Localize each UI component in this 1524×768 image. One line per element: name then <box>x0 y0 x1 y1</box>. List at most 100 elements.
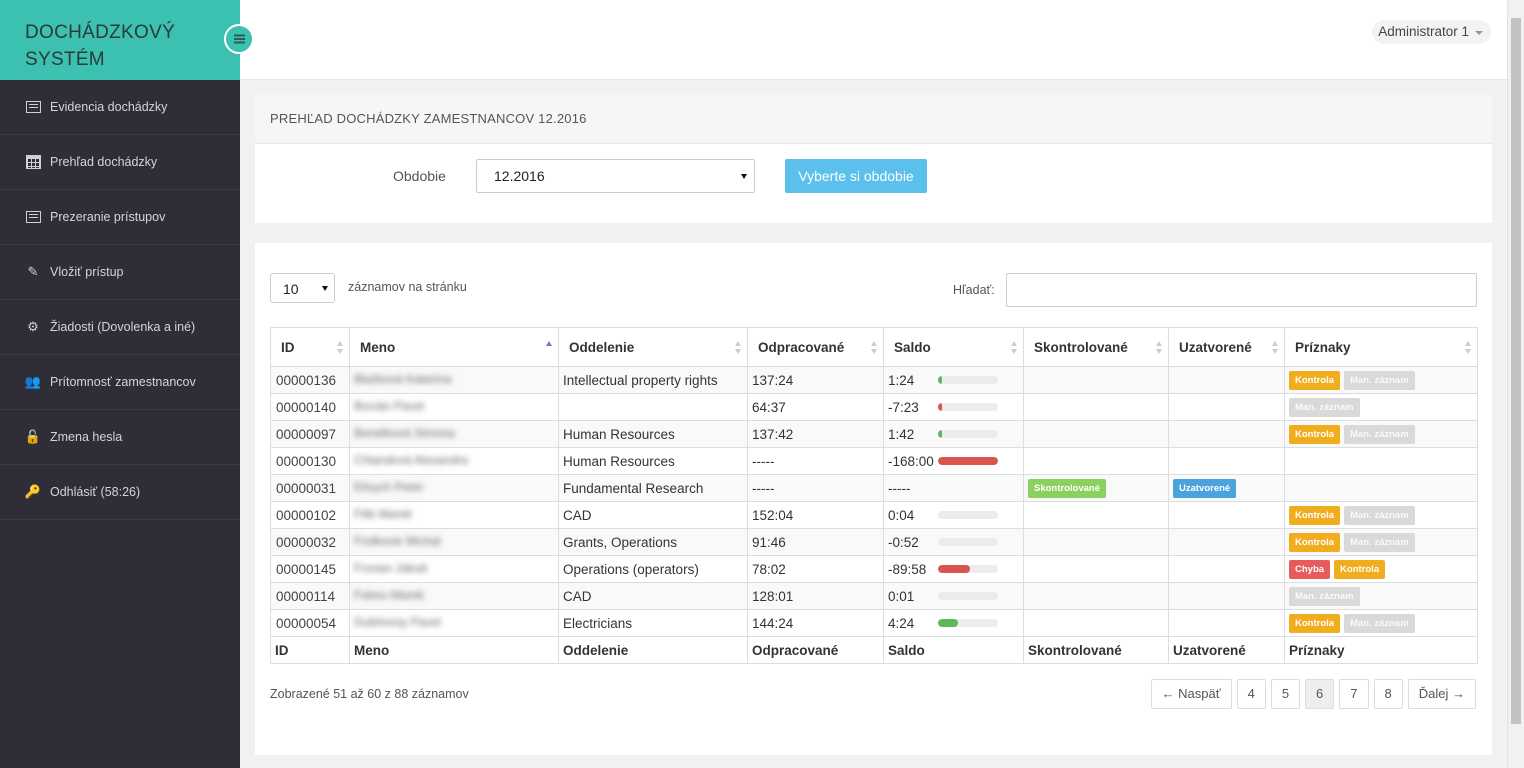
flag-badge: Man. záznam <box>1289 397 1360 417</box>
cell-checked <box>1023 366 1169 394</box>
column-header[interactable]: Odpracované <box>747 327 884 367</box>
sidebar-item-2[interactable]: Prezeranie prístupov <box>0 190 240 245</box>
cell-id: 00000136 <box>270 366 350 394</box>
menu-toggle-button[interactable] <box>224 24 254 54</box>
unlock-icon: 🔓 <box>24 429 42 444</box>
column-header[interactable]: Príznaky <box>1284 327 1478 367</box>
cell-department: Electricians <box>558 609 748 637</box>
saldo-wrap: -0:52 <box>888 535 1019 550</box>
saldo-progress-bar <box>938 511 998 519</box>
cell-flags: Kontrola Man. záznam <box>1284 420 1478 448</box>
pager-page-button[interactable]: 7 <box>1339 679 1369 709</box>
cell-worked: 137:42 <box>747 420 884 448</box>
table-body: 00000136 Blažková Katarína Intellectual pr… <box>270 366 1478 637</box>
table-row[interactable]: 00000102 Filik Marek CAD 152:04 0:04 Kontrola… <box>270 501 1478 529</box>
cell-flags: Kontrola Man. záznam <box>1284 501 1478 529</box>
key-icon: 🔑 <box>24 484 42 499</box>
cell-department: CAD <box>558 582 748 610</box>
select-arrow-icon <box>322 286 328 291</box>
sidebar-item-label: Vložiť prístup <box>50 265 124 279</box>
column-header[interactable]: ID <box>270 327 350 367</box>
sidebar-item-7[interactable]: 🔑 Odhlásiť (58:26) <box>0 465 240 520</box>
column-header[interactable]: Oddelenie <box>558 327 748 367</box>
table-row[interactable]: 00000032 Frolkovie Michal Grants, Operatio… <box>270 528 1478 556</box>
saldo-value: -7:23 <box>888 399 919 415</box>
search-label: Hľadať: <box>953 283 995 297</box>
cell-worked: 137:24 <box>747 366 884 394</box>
brand-title-line1: DOCHÁDZKOVÝ <box>25 22 176 43</box>
cell-flags <box>1284 474 1478 502</box>
cell-worked: 91:46 <box>747 528 884 556</box>
sidebar-item-1[interactable]: Prehľad dochádzky <box>0 135 240 190</box>
pager-page-button[interactable]: 4 <box>1236 679 1266 709</box>
cell-department <box>558 393 748 421</box>
cell-closed <box>1168 393 1285 421</box>
cell-saldo: 0:01 <box>883 582 1024 610</box>
table-row[interactable]: 00000140 Bocián Pavel 64:37 -7:23 Man. zázna… <box>270 393 1478 421</box>
column-header[interactable]: Saldo <box>883 327 1024 367</box>
cell-closed <box>1168 609 1285 637</box>
cell-checked <box>1023 447 1169 475</box>
saldo-progress-bar <box>938 592 998 600</box>
search-input[interactable] <box>1006 273 1477 307</box>
saldo-progress-bar <box>938 538 998 546</box>
pager-page-button[interactable]: 8 <box>1373 679 1403 709</box>
cell-name: Dubňovsy Pavel <box>349 609 559 637</box>
sidebar-item-label: Žiadosti (Dovolenka a iné) <box>50 320 196 334</box>
saldo-wrap: -7:23 <box>888 400 1019 415</box>
cell-worked: 64:37 <box>747 393 884 421</box>
sidebar-item-label: Prítomnosť zamestnancov <box>50 375 196 389</box>
sidebar-item-3[interactable]: ✎ Vložiť prístup <box>0 245 240 300</box>
column-header-label: Oddelenie <box>569 339 635 355</box>
flag-badge: Kontrola <box>1289 370 1341 390</box>
period-select[interactable]: 12.2016 <box>476 159 755 193</box>
cell-worked: 152:04 <box>747 501 884 529</box>
cell-department: Intellectual property rights <box>558 366 748 394</box>
table-row[interactable]: 00000114 Fekeu Marek CAD 128:01 0:01 Man. záz… <box>270 582 1478 610</box>
table-row[interactable]: 00000031 Ehrych Peter Fundamental Research… <box>270 474 1478 502</box>
cell-id: 00000031 <box>270 474 350 502</box>
column-header[interactable]: Skontrolované <box>1023 327 1169 367</box>
table-row[interactable]: 00000145 Fronan Jakub Operations (operator… <box>270 555 1478 583</box>
column-header[interactable]: Meno <box>349 327 559 367</box>
saldo-value: 1:42 <box>888 426 915 442</box>
saldo-progress-bar <box>938 457 998 465</box>
saldo-progress-bar <box>938 403 998 411</box>
cell-id: 00000114 <box>270 582 350 610</box>
pager-page-button[interactable]: 5 <box>1270 679 1301 709</box>
table-row[interactable]: 00000054 Dubňovsy Pavel Electricians 144:24… <box>270 609 1478 637</box>
sidebar-item-6[interactable]: 🔓 Zmena hesla <box>0 410 240 465</box>
sidebar-item-4[interactable]: ⚙ Žiadosti (Dovolenka a iné) <box>0 300 240 355</box>
scrollbar-thumb[interactable] <box>1511 18 1521 724</box>
cell-id: 00000054 <box>270 609 350 637</box>
select-period-button[interactable]: Vyberte si obdobie <box>785 159 927 193</box>
table-row[interactable]: 00000136 Blažková Katarína Intellectual pr… <box>270 366 1478 394</box>
cell-saldo: -89:58 <box>883 555 1024 583</box>
table-row[interactable]: 00000130 Chlandová Alexandra Human Resourc… <box>270 447 1478 475</box>
column-header-label: Skontrolované <box>1034 339 1128 355</box>
cell-flags: Kontrola Man. záznam <box>1284 366 1478 394</box>
cell-checked: Skontrolované <box>1023 474 1169 502</box>
cell-saldo: 4:24 <box>883 609 1024 637</box>
user-menu[interactable]: Administrator 1 <box>1372 20 1491 44</box>
cell-id: 00000032 <box>270 528 350 556</box>
saldo-wrap: -89:58 <box>888 562 1019 577</box>
table-row[interactable]: 00000097 Bendíková Simona Human Resources 1… <box>270 420 1478 448</box>
column-footer: Oddelenie <box>558 636 748 664</box>
saldo-wrap: 4:24 <box>888 616 1019 631</box>
page-length-select[interactable]: 10 <box>270 273 335 303</box>
table-info: Zobrazené 51 až 60 z 88 záznamov <box>270 687 469 701</box>
saldo-progress-fill <box>938 376 942 384</box>
cell-department: Operations (operators) <box>558 555 748 583</box>
cell-saldo: -0:52 <box>883 528 1024 556</box>
pager-prev-button[interactable]: ← Naspäť <box>1150 679 1232 709</box>
column-header[interactable]: Uzatvorené <box>1168 327 1285 367</box>
sidebar-item-5[interactable]: 👥 Prítomnosť zamestnancov <box>0 355 240 410</box>
scrollbar[interactable] <box>1507 0 1524 768</box>
sidebar-item-0[interactable]: Evidencia dochádzky <box>0 80 240 135</box>
panel-title: PREHĽAD DOCHÁDZKY ZAMESTNANCOV 12.2016 <box>255 95 1492 144</box>
attendance-table: ID Meno Oddelenie Odpracované Saldo Skontrolo… <box>270 327 1478 664</box>
brand-logo[interactable]: DOCHÁDZKOVÝ SYSTÉM <box>0 0 240 80</box>
pager-next-button[interactable]: Ďalej → <box>1407 679 1476 709</box>
pager-page-button[interactable]: 6 <box>1305 679 1335 709</box>
